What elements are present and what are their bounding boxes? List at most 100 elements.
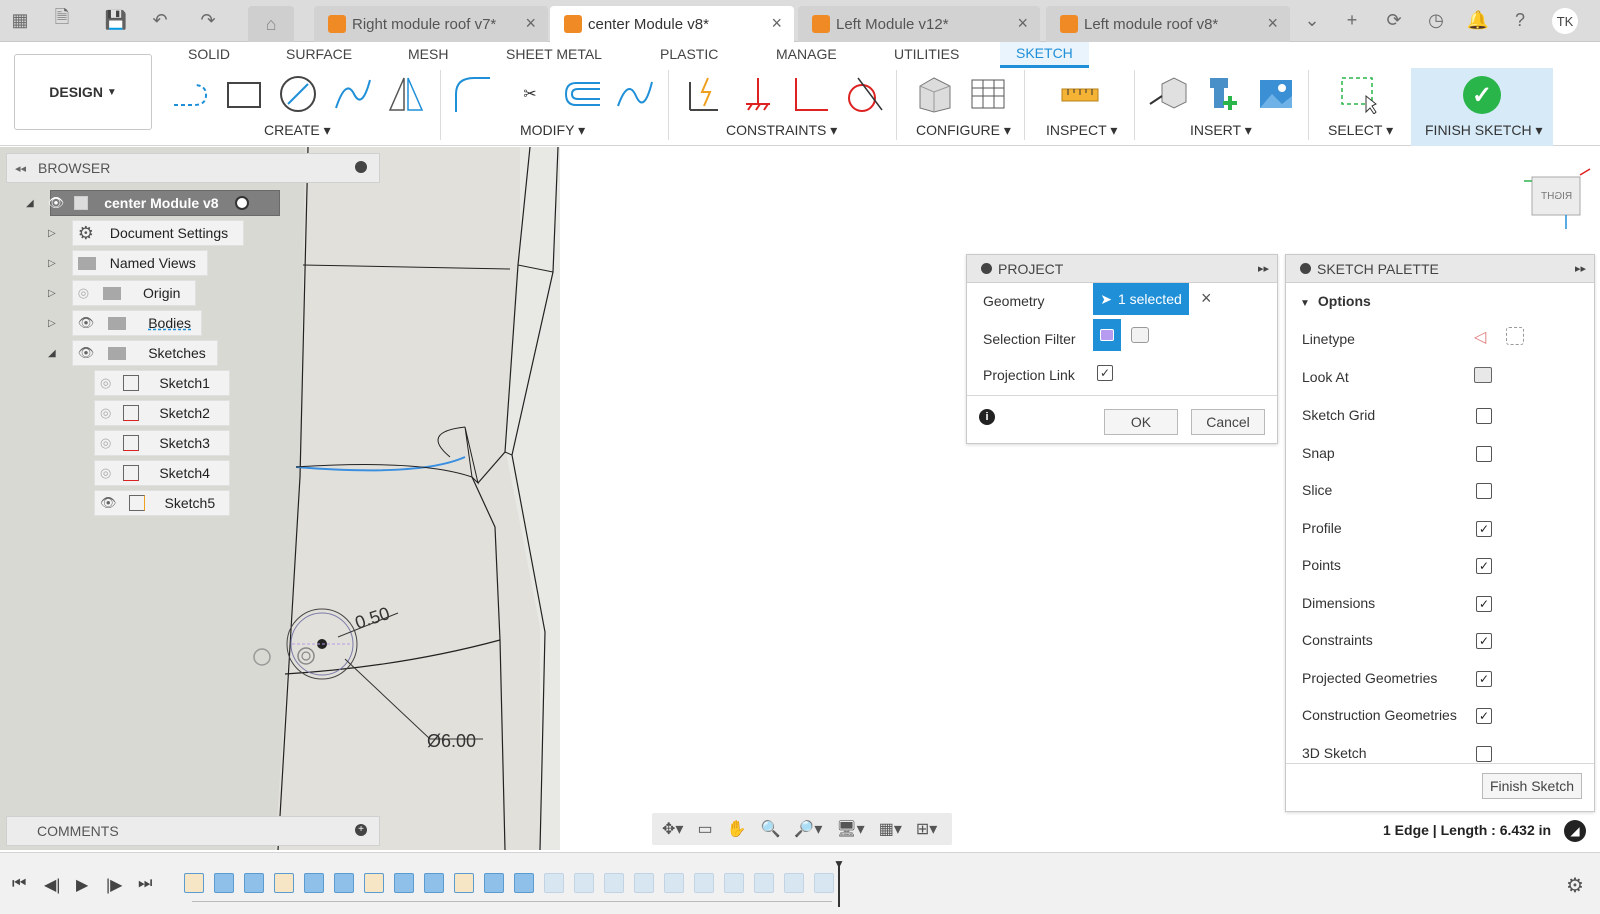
hidden-eye-icon[interactable]: ◎ <box>78 285 89 301</box>
tree-item-sketch5[interactable]: 👁 Sketch5 <box>100 490 215 516</box>
inspect-menu[interactable]: INSPECT ▾ <box>1046 122 1117 139</box>
visibility-eye-icon[interactable]: 👁 <box>78 345 95 361</box>
timeline-marker-head-icon[interactable]: ▼ <box>833 857 845 871</box>
filter-specified-entities-icon[interactable] <box>1093 319 1121 351</box>
configure-cube-icon[interactable] <box>914 72 954 116</box>
insert-derive-icon[interactable] <box>1148 72 1188 116</box>
palette-option-checkbox[interactable]: ✓ <box>1476 520 1492 537</box>
tree-item-origin[interactable]: ▷ ◎ Origin <box>48 280 180 306</box>
spline-curve-icon[interactable] <box>614 72 654 116</box>
tab-utilities[interactable]: UTILITIES <box>894 46 959 62</box>
auto-constrain-icon[interactable] <box>684 72 724 116</box>
palette-option-checkbox[interactable] <box>1476 745 1492 762</box>
timeline-feature-icon[interactable] <box>274 873 294 893</box>
perpendicular-constraint-icon[interactable] <box>790 72 830 116</box>
configure-table-icon[interactable] <box>968 72 1008 116</box>
comments-panel-header[interactable]: COMMENTS + <box>6 816 380 846</box>
tab-mesh[interactable]: MESH <box>408 46 448 62</box>
help-icon[interactable]: ? <box>1508 8 1532 32</box>
tab-surface[interactable]: SURFACE <box>286 46 352 62</box>
insert-canvas-image-icon[interactable] <box>1256 72 1296 116</box>
projection-link-checkbox[interactable]: ✓ <box>1097 365 1113 381</box>
visibility-eye-icon[interactable]: 👁 <box>100 495 117 511</box>
timeline-feature-icon[interactable] <box>544 873 564 893</box>
tab-plastic[interactable]: PLASTIC <box>660 46 718 62</box>
timeline-feature-icon[interactable] <box>604 873 624 893</box>
go-to-start-icon[interactable]: ⏮ <box>12 875 26 893</box>
expand-triangle-icon[interactable]: ▷ <box>48 318 56 329</box>
minimize-icon[interactable] <box>1300 263 1311 274</box>
palette-option-checkbox[interactable]: ✓ <box>1476 595 1492 612</box>
diameter-dimension-label[interactable]: Ø6.00 <box>427 731 476 752</box>
configure-menu[interactable]: CONFIGURE ▾ <box>916 122 1011 139</box>
expand-arrows-icon[interactable]: ▸▸ <box>1575 262 1586 275</box>
home-icon[interactable]: ⌂ <box>248 6 294 42</box>
centerline-linetype-icon[interactable] <box>1506 327 1524 345</box>
mirror-tool-icon[interactable] <box>386 72 426 116</box>
user-avatar[interactable]: TK <box>1552 8 1578 34</box>
timeline-feature-icon[interactable] <box>664 873 684 893</box>
cancel-button[interactable]: Cancel <box>1191 409 1265 435</box>
filter-bodies-icon[interactable] <box>1131 327 1149 343</box>
tree-item-sketch1[interactable]: ◎ Sketch1 <box>100 370 210 396</box>
tree-item-sketches[interactable]: ◢ 👁 Sketches <box>48 340 206 366</box>
circle-tool-icon[interactable] <box>278 72 318 116</box>
timeline-feature-icon[interactable] <box>484 873 504 893</box>
minimize-icon[interactable] <box>981 263 992 274</box>
palette-option-checkbox[interactable] <box>1476 408 1492 424</box>
select-menu[interactable]: SELECT ▾ <box>1328 122 1393 139</box>
tab-right-module-roof[interactable]: Right module roof v7* × <box>314 6 548 42</box>
fillet-tool-icon[interactable] <box>452 72 492 116</box>
collapse-triangle-icon[interactable]: ◢ <box>26 198 34 209</box>
grid-settings-icon[interactable]: ▦▾ <box>879 819 902 839</box>
expand-triangle-icon[interactable]: ▷ <box>48 288 56 299</box>
timeline-feature-icon[interactable] <box>394 873 414 893</box>
timeline-feature-icon[interactable] <box>454 873 474 893</box>
viewcube-face-label[interactable]: RIGHT <box>1541 191 1572 202</box>
constraints-menu[interactable]: CONSTRAINTS ▾ <box>726 122 837 139</box>
spline-tool-icon[interactable] <box>332 72 372 116</box>
palette-option-checkbox[interactable]: ✓ <box>1476 708 1492 724</box>
tree-item-sketch2[interactable]: ◎ Sketch2 <box>100 400 210 426</box>
clear-selection-icon[interactable]: × <box>1201 288 1212 309</box>
fit-zoom-icon[interactable]: 🔎▾ <box>794 819 822 839</box>
tab-center-module[interactable]: center Module v8* × <box>550 6 794 42</box>
finish-sketch-palette-button[interactable]: Finish Sketch <box>1482 773 1582 799</box>
timeline-feature-icon[interactable] <box>694 873 714 893</box>
file-menu-icon[interactable]: 🗎 <box>50 7 74 32</box>
tab-manage[interactable]: MANAGE <box>776 46 837 62</box>
minimize-icon[interactable] <box>355 161 367 173</box>
tab-left-module-roof[interactable]: Left module roof v8* × <box>1046 6 1290 42</box>
timeline-feature-icon[interactable] <box>244 873 264 893</box>
tab-sketch[interactable]: SKETCH <box>1000 42 1089 68</box>
timeline-feature-icon[interactable] <box>634 873 654 893</box>
tree-item-sketch3[interactable]: ◎ Sketch3 <box>100 430 210 456</box>
redo-icon[interactable]: ↷ <box>196 8 220 32</box>
tab-overflow-chevron-icon[interactable]: ⌄ <box>1300 8 1324 32</box>
modify-menu[interactable]: MODIFY ▾ <box>520 122 585 139</box>
finish-sketch-button[interactable]: ✓ FINISH SKETCH ▾ <box>1411 68 1553 146</box>
extensions-icon[interactable]: ⟳ <box>1382 8 1406 32</box>
fix-constraint-icon[interactable] <box>738 72 778 116</box>
construction-linetype-icon[interactable]: ◁ <box>1474 327 1486 347</box>
hidden-eye-icon[interactable]: ◎ <box>100 375 111 391</box>
collapse-triangle-icon[interactable]: ◢ <box>48 348 56 359</box>
palette-option-checkbox[interactable]: ✓ <box>1476 670 1492 687</box>
timeline-feature-icon[interactable] <box>754 873 774 893</box>
palette-option-checkbox[interactable] <box>1476 445 1492 462</box>
expand-triangle-icon[interactable]: ▷ <box>48 258 56 269</box>
close-icon[interactable]: × <box>1267 13 1278 34</box>
create-menu[interactable]: CREATE ▾ <box>264 122 331 139</box>
look-at-icon[interactable] <box>1474 367 1492 383</box>
close-icon[interactable]: × <box>525 13 536 34</box>
zoom-icon[interactable]: 🔍 <box>760 819 780 839</box>
pan-hand-icon[interactable]: ✋ <box>727 819 747 839</box>
line-tool-icon[interactable] <box>170 72 210 116</box>
job-status-icon[interactable]: ◷ <box>1424 8 1448 32</box>
timeline-feature-icon[interactable] <box>214 873 234 893</box>
options-section-toggle[interactable]: ▼ Options <box>1300 293 1371 309</box>
visibility-eye-icon[interactable]: 👁 <box>48 195 65 211</box>
tab-sheet-metal[interactable]: SHEET METAL <box>506 46 602 62</box>
timeline-feature-icon[interactable] <box>304 873 324 893</box>
select-window-icon[interactable] <box>1338 72 1378 116</box>
